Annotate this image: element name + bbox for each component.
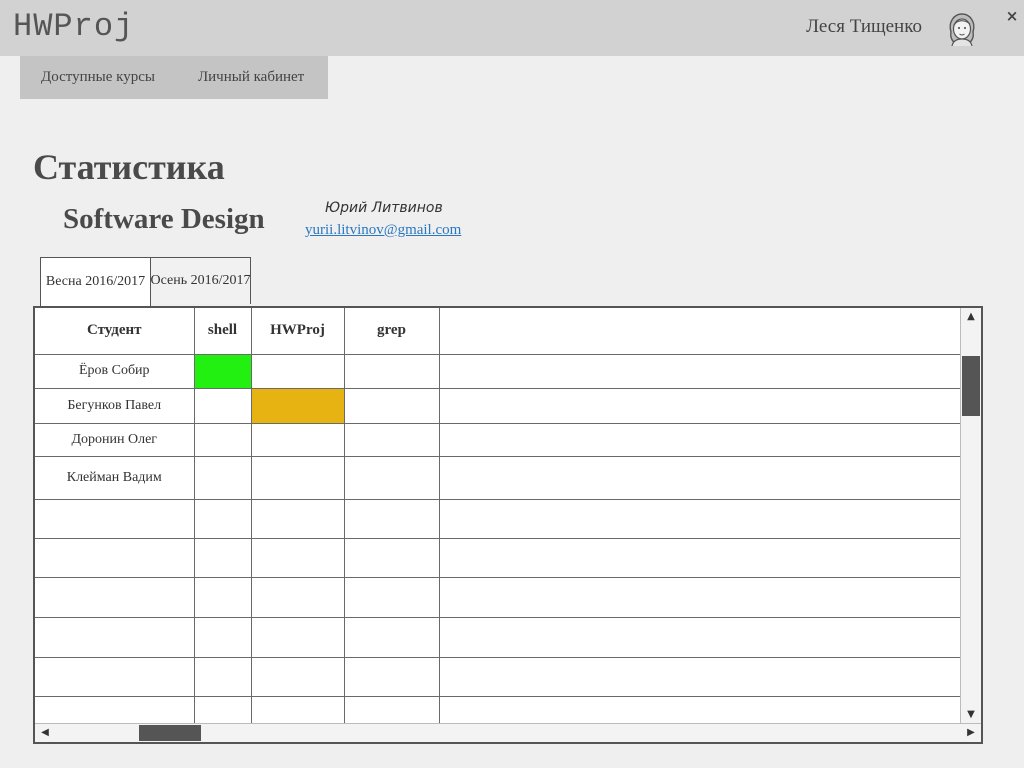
vertical-scrollbar[interactable]: ▲ ▼ [960, 308, 981, 724]
status-cell[interactable] [343, 656, 440, 697]
status-cell[interactable] [343, 387, 440, 424]
status-cell[interactable] [343, 498, 440, 539]
status-cell[interactable] [343, 616, 440, 658]
horizontal-scroll-thumb[interactable] [139, 725, 201, 741]
status-cell [438, 576, 965, 618]
course-title: Software Design [63, 203, 265, 235]
status-cell[interactable] [250, 656, 345, 697]
column-header-empty [438, 308, 965, 355]
status-cell-done[interactable] [193, 354, 252, 389]
statistics-table: Студент shell HWProj grep Ёров Собир Бег… [35, 308, 965, 737]
student-name[interactable] [35, 656, 195, 697]
status-cell[interactable] [193, 387, 252, 424]
status-cell[interactable] [193, 537, 252, 578]
main-nav: Доступные курсы Личный кабинет [20, 56, 328, 99]
status-cell [438, 422, 965, 457]
status-cell[interactable] [250, 498, 345, 539]
table-row[interactable] [35, 576, 965, 618]
statistics-grid: Студент shell HWProj grep Ёров Собир Бег… [33, 306, 983, 744]
scroll-up-icon[interactable]: ▲ [961, 308, 981, 326]
status-cell[interactable] [250, 576, 345, 618]
status-cell[interactable] [250, 616, 345, 658]
page-title: Статистика [33, 147, 225, 187]
student-name[interactable] [35, 576, 195, 618]
vertical-scroll-thumb[interactable] [962, 356, 980, 416]
status-cell[interactable] [250, 422, 345, 457]
column-header-hwproj[interactable]: HWProj [250, 308, 345, 355]
table-row[interactable]: Ёров Собир [35, 354, 965, 389]
status-cell[interactable] [343, 537, 440, 578]
tab-spring-2016-2017[interactable]: Весна 2016/2017 [40, 257, 151, 306]
app-title[interactable]: HWProj [13, 8, 134, 45]
table-row[interactable] [35, 498, 965, 539]
status-cell [438, 498, 965, 539]
column-header-shell[interactable]: shell [193, 308, 252, 355]
horizontal-scrollbar[interactable]: ◀ ▶ [35, 723, 981, 742]
status-cell [438, 387, 965, 424]
status-cell [438, 616, 965, 658]
status-cell[interactable] [193, 455, 252, 500]
student-name[interactable]: Бегунков Павел [35, 387, 195, 424]
column-header-student[interactable]: Студент [35, 308, 195, 355]
scroll-down-icon[interactable]: ▼ [961, 706, 981, 724]
status-cell[interactable] [193, 576, 252, 618]
status-cell[interactable] [343, 354, 440, 389]
table-row[interactable]: Бегунков Павел [35, 387, 965, 424]
nav-personal-account[interactable]: Личный кабинет [177, 69, 304, 86]
student-name[interactable] [35, 537, 195, 578]
status-cell [438, 354, 965, 389]
table-row[interactable]: Доронин Олег [35, 422, 965, 457]
status-cell [438, 656, 965, 697]
status-cell[interactable] [343, 422, 440, 457]
nav-available-courses[interactable]: Доступные курсы [20, 69, 155, 86]
column-header-grep[interactable]: grep [343, 308, 440, 355]
status-cell [438, 537, 965, 578]
status-cell[interactable] [250, 354, 345, 389]
status-cell [438, 455, 965, 500]
student-name[interactable] [35, 616, 195, 658]
status-cell[interactable] [193, 656, 252, 697]
status-cell[interactable] [193, 616, 252, 658]
table-row[interactable] [35, 537, 965, 578]
status-cell[interactable] [250, 455, 345, 500]
status-cell[interactable] [343, 455, 440, 500]
status-cell[interactable] [343, 576, 440, 618]
student-name[interactable]: Клейман Вадим [35, 455, 195, 500]
close-icon[interactable]: × [1004, 8, 1020, 24]
header-bar: HWProj Леся Тищенко × [0, 0, 1024, 56]
status-cell[interactable] [193, 498, 252, 539]
teacher-name: Юрий Литвинов [325, 200, 443, 216]
user-avatar-icon[interactable] [944, 10, 980, 47]
student-name[interactable] [35, 498, 195, 539]
student-name[interactable]: Доронин Олег [35, 422, 195, 457]
scroll-right-icon[interactable]: ▶ [961, 724, 981, 742]
status-cell[interactable] [250, 537, 345, 578]
teacher-email-link[interactable]: yurii.litvinov@gmail.com [305, 222, 461, 239]
table-row[interactable] [35, 656, 965, 697]
user-name[interactable]: Леся Тищенко [806, 16, 922, 38]
status-cell-partial[interactable] [250, 387, 345, 424]
tab-autumn-2016-2017[interactable]: Осень 2016/2017 [150, 257, 251, 304]
table-row[interactable]: Клейман Вадим [35, 455, 965, 500]
status-cell[interactable] [193, 422, 252, 457]
table-row[interactable] [35, 616, 965, 658]
student-name[interactable]: Ёров Собир [35, 354, 195, 389]
scroll-left-icon[interactable]: ◀ [35, 724, 55, 742]
